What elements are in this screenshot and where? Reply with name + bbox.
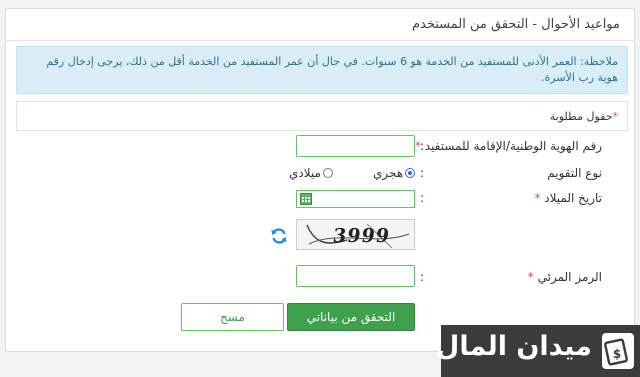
radio-gregorian-button[interactable]: [322, 168, 333, 178]
required-fields-text: حقول مطلوبة: [549, 110, 613, 123]
birthdate-colon: :: [420, 191, 425, 205]
info-note: ملاحظة: العمر الأدنى للمستفيد من الخدمة …: [16, 46, 628, 94]
captcha-code-input[interactable]: [296, 265, 415, 287]
calendar-colon: :: [420, 166, 425, 180]
radio-hijri[interactable]: هجري: [373, 166, 416, 180]
captcha-required-star: *: [527, 270, 534, 284]
calendar-type-label: نوع التقويم: [547, 166, 602, 180]
captcha-code-label: الرمز المرئي *: [528, 270, 602, 284]
captcha-text: 3999: [331, 225, 392, 247]
radio-gregorian[interactable]: ميلادي: [289, 166, 333, 180]
captcha-code-label-text: الرمز المرئي: [537, 270, 602, 284]
refresh-captcha-icon[interactable]: [270, 227, 288, 245]
captcha-colon: :: [420, 270, 425, 284]
page-title: مواعيد الأحوال - التحقق من المستخدم: [411, 17, 620, 32]
radio-hijri-button[interactable]: [405, 168, 416, 178]
title-divider: [6, 40, 634, 41]
birthdate-required-star: *: [534, 191, 541, 205]
verification-panel: مواعيد الأحوال - التحقق من المستخدم ملاح…: [5, 8, 635, 352]
id-number-input[interactable]: [296, 135, 415, 157]
required-star: *: [612, 110, 619, 123]
id-number-label-text: رقم الهوية الوطنية/الإقامة للمستفيد: [424, 139, 602, 153]
radio-gregorian-label: ميلادي: [289, 166, 321, 180]
logo-text: ميدان المال: [435, 331, 592, 362]
verify-button[interactable]: التحقق من بياناتي: [287, 303, 415, 331]
radio-hijri-label: هجري: [373, 166, 404, 180]
id-number-label: رقم الهوية الوطنية/الإقامة للمستفيد *: [415, 139, 602, 153]
calendar-icon[interactable]: [300, 193, 312, 205]
required-fields-note: *حقول مطلوبة: [16, 101, 628, 131]
captcha-image: 3999: [296, 219, 415, 250]
site-logo: $ ميدان المال: [436, 325, 640, 377]
birthdate-label: تاريخ الميلاد *: [534, 191, 602, 205]
birthdate-input[interactable]: [296, 190, 415, 208]
logo-badge-icon: $: [602, 333, 634, 369]
svg-text:$: $: [613, 347, 621, 361]
id-colon: :: [420, 139, 425, 153]
clear-button[interactable]: مسح: [181, 303, 284, 331]
birthdate-label-text: تاريخ الميلاد: [544, 191, 602, 205]
